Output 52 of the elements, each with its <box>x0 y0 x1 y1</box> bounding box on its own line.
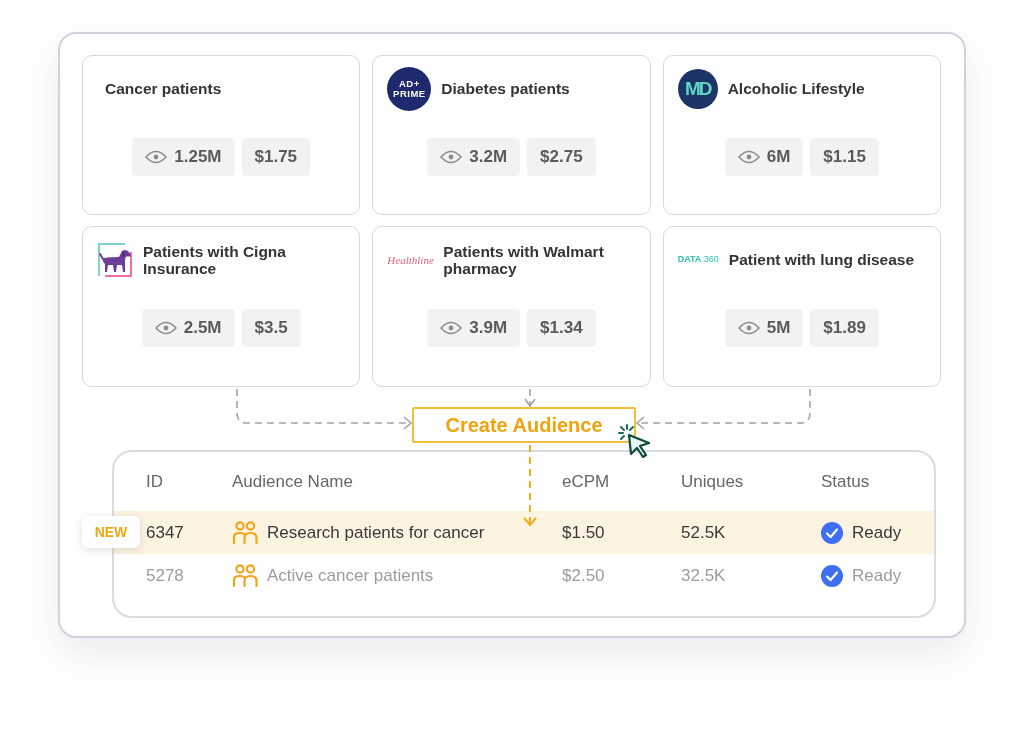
table-cell-text: 52.5K <box>681 521 727 544</box>
audience-name: Research patients for cancer <box>267 521 485 544</box>
create-audience-button[interactable]: Create Audience <box>412 407 636 443</box>
price-value: $1.34 <box>527 309 596 347</box>
cursor-click-icon <box>618 424 652 458</box>
eye-icon <box>440 321 463 335</box>
table-cell-text: $2.50 <box>562 564 606 587</box>
column-header: Status <box>821 470 871 493</box>
audience-name: Active cancer patients <box>267 564 434 587</box>
brand-logo: DATA 360 <box>677 253 719 267</box>
check-circle-icon <box>821 521 843 544</box>
reach-value: 3.2M <box>469 145 508 168</box>
new-tag: NEW <box>82 516 140 548</box>
status-text: Ready <box>852 521 902 544</box>
table-cell-text: 32.5K <box>681 564 727 587</box>
table-cell-text: $1.50 <box>562 521 606 544</box>
card-title: Alcoholic Lifestyle <box>727 80 865 98</box>
table-cell-text: 6347 <box>146 521 185 544</box>
reach-value: 5M <box>766 317 791 340</box>
dashed-connector <box>524 388 536 408</box>
price-value: $1.75 <box>241 137 311 176</box>
price-value: $1.15 <box>810 137 879 176</box>
price-value: $1.89 <box>810 309 879 347</box>
column-header: Audience Name <box>232 470 354 493</box>
check-circle-icon <box>821 564 843 587</box>
eye-icon <box>440 149 463 164</box>
brand-logo: AD+ PRIME <box>387 67 432 111</box>
price-value: $2.75 <box>527 137 596 176</box>
reach-value: 6M <box>766 145 791 168</box>
brand-logo: MD <box>677 69 718 109</box>
card-title: Patient with lung disease <box>728 251 915 269</box>
people-icon <box>232 563 258 588</box>
table-cell-text: 5278 <box>146 564 185 587</box>
reach-value: 2.5M <box>183 317 222 340</box>
eye-icon <box>737 149 760 164</box>
card-title: Patients with Cigna Insurance <box>143 242 287 278</box>
eye-icon <box>145 149 168 164</box>
card-title: Patients with Walmart pharmacy <box>443 242 605 278</box>
column-header: ID <box>146 470 164 493</box>
people-icon <box>232 520 258 545</box>
eye-icon <box>737 321 760 335</box>
card-title: Cancer patients <box>104 80 222 98</box>
reach-value: 1.25M <box>174 145 222 168</box>
column-header: eCPM <box>562 470 611 493</box>
status-text: Ready <box>852 564 902 587</box>
reach-value: 3.9M <box>469 317 508 340</box>
brand-logo: Healthline <box>387 252 434 268</box>
column-header: Uniques <box>681 470 745 493</box>
dog-icon <box>97 242 133 278</box>
card-title: Diabetes patients <box>441 80 570 98</box>
price-value: $3.5 <box>241 309 301 347</box>
eye-icon <box>154 321 177 335</box>
